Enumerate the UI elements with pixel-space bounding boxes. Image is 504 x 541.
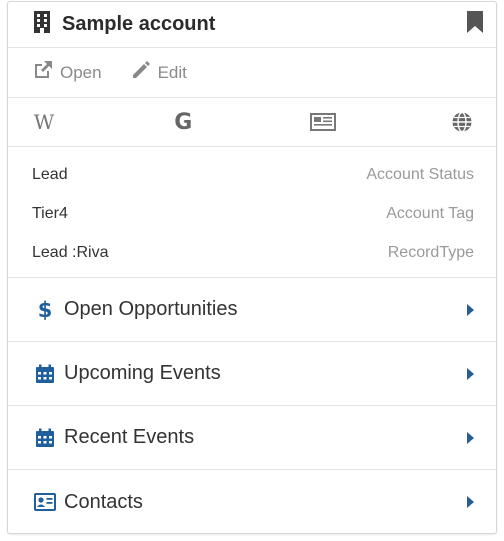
account-status-label: Account Status bbox=[366, 165, 474, 183]
calendar-icon bbox=[34, 364, 56, 384]
wikipedia-glyph: W bbox=[33, 110, 55, 134]
contact-card-icon bbox=[34, 493, 56, 511]
record-type-label: RecordType bbox=[387, 243, 474, 261]
chevron-right-icon bbox=[467, 496, 474, 508]
account-tag-value: Tier4 bbox=[32, 204, 68, 222]
section-label: Contacts bbox=[64, 490, 143, 513]
section-label: Recent Events bbox=[64, 426, 195, 448]
calendar-icon bbox=[34, 428, 56, 448]
external-link-icon bbox=[32, 59, 54, 86]
open-label: Open bbox=[60, 62, 102, 82]
section-contacts[interactable]: Contacts bbox=[8, 470, 496, 534]
account-card: Sample account Open Edit W G Lead Accoun… bbox=[7, 1, 497, 534]
open-button[interactable]: Open bbox=[32, 59, 102, 86]
card-header: Sample account bbox=[8, 2, 496, 48]
pencil-icon bbox=[130, 59, 152, 86]
wikipedia-icon[interactable]: W bbox=[30, 108, 58, 136]
building-icon bbox=[32, 11, 52, 38]
bookmark-icon[interactable] bbox=[466, 11, 484, 38]
section-recent-events[interactable]: Recent Events bbox=[8, 406, 496, 470]
google-icon[interactable]: G bbox=[169, 108, 197, 136]
section-upcoming-events[interactable]: Upcoming Events bbox=[8, 342, 496, 406]
dollar-icon: $ bbox=[37, 297, 53, 322]
field-row: Lead :Riva RecordType bbox=[8, 233, 496, 272]
account-title: Sample account bbox=[62, 13, 216, 35]
google-glyph: G bbox=[174, 109, 193, 135]
external-links-bar: W G bbox=[8, 98, 496, 147]
account-fields: Lead Account Status Tier4 Account Tag Le… bbox=[8, 147, 496, 278]
action-bar: Open Edit bbox=[8, 48, 496, 98]
field-row: Tier4 Account Tag bbox=[8, 194, 496, 233]
record-type-value: Lead :Riva bbox=[32, 243, 109, 261]
account-status-value: Lead bbox=[32, 165, 68, 183]
news-icon[interactable] bbox=[309, 108, 337, 136]
account-tag-label: Account Tag bbox=[386, 204, 474, 222]
field-row: Lead Account Status bbox=[8, 155, 496, 194]
edit-label: Edit bbox=[157, 62, 187, 82]
chevron-right-icon bbox=[467, 303, 474, 316]
chevron-right-icon bbox=[467, 367, 474, 380]
chevron-right-icon bbox=[467, 431, 474, 444]
section-label: Upcoming Events bbox=[64, 362, 221, 384]
section-open-opportunities[interactable]: $ Open Opportunities bbox=[8, 278, 496, 342]
edit-button[interactable]: Edit bbox=[130, 59, 187, 86]
section-label: Open Opportunities bbox=[64, 298, 238, 320]
globe-icon[interactable] bbox=[448, 108, 476, 136]
